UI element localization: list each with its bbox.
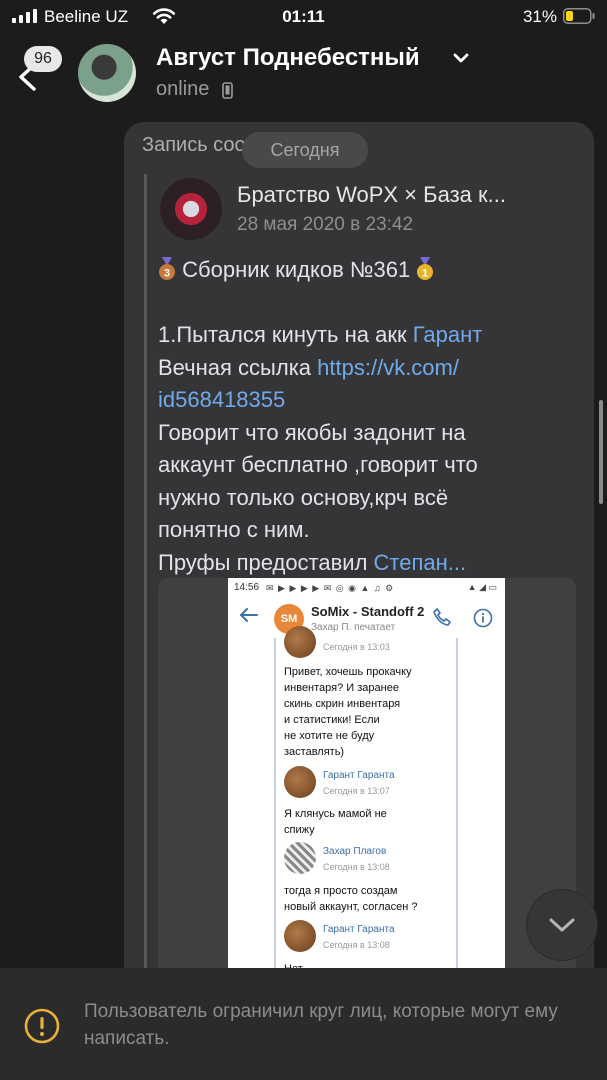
guarantor-link[interactable]: Гарант [413,322,483,347]
screenshot-message-time: Сегодня в 13:08 [323,862,390,872]
status-bar: Beeline UZ 01:11 31% [0,0,607,34]
screenshot-battery-icon: ▲ ◢ ▭ [467,582,497,592]
battery-icon [563,8,595,24]
write-restriction-notice: Пользователь ограничил круг лиц, которые… [0,968,607,1080]
screenshot-status-icons: ✉ ▶ ▶ ▶ ▶ ✉ ◎ ◉ ▲ ♫ ⚙ [266,583,395,593]
post-title: 3 Сборник кидков №361 1 [158,254,578,287]
repost-divider [144,174,147,1022]
screenshot-sender-avatar [284,766,316,798]
warning-icon [24,1008,60,1044]
screenshot-message-text: Я клянусь мамой не спижу [284,808,387,836]
post-text: 3 Сборник кидков №361 1 1.Пытался кинуть… [158,254,578,579]
date-separator: Сегодня [242,132,368,168]
screenshot-call-icon [433,608,451,626]
chevron-down-icon[interactable] [452,52,470,64]
screenshot-sender-name: Гарант Гаранта [323,770,395,781]
notice-text: Пользователь ограничил круг лиц, которые… [84,1001,558,1049]
svg-text:1: 1 [422,268,428,280]
profile-link-id[interactable]: id568418355 [158,387,285,412]
attached-screenshot[interactable]: 14:56 ✉ ▶ ▶ ▶ ▶ ✉ ◎ ◉ ▲ ♫ ⚙ ▲ ◢ ▭ SM SoM… [228,578,505,1022]
clock: 01:11 [282,7,325,26]
group-avatar[interactable] [160,178,222,240]
bronze-medal-icon: 3 [159,257,175,280]
post-line: Вечная ссылка https://vk.com/ [158,354,459,380]
mobile-phone-icon [222,82,233,99]
post-line: id568418355 [158,384,578,417]
svg-text:3: 3 [164,268,170,280]
unread-count-badge[interactable]: 96 [24,46,62,72]
group-name[interactable]: Братство WoPX × База к... [237,182,506,208]
post-line: 1.Пытался кинуть на акк Гарант [158,322,483,347]
screenshot-back-icon [240,608,258,622]
message-bubble[interactable]: Запись сообщества Братство WoPX × База к… [124,122,594,1022]
screenshot-message-time: Сегодня в 13:08 [323,940,390,950]
chevron-down-icon [549,918,575,932]
show-more-link[interactable]: Степан... [374,550,467,575]
post-line: аккаунт бесплатно ,говорит что [158,452,478,477]
screenshot-sender-avatar [284,920,316,952]
screenshot-sender-name: Гарант Гаранта [323,924,395,935]
screenshot-rail [274,638,276,1022]
gold-medal-icon: 1 [417,257,434,280]
contact-name[interactable]: Август Поднебестный [156,44,420,72]
post-date: 28 мая 2020 в 23:42 [237,214,414,235]
screenshot-sender-avatar [284,626,316,658]
screenshot-typing-status: Захар П. печатает [311,622,396,633]
screenshot-sender-name: Захар Плагов [323,846,387,857]
screenshot-message-time: Сегодня в 13:07 [323,786,390,796]
screenshot-chat-title: SoMix - Standoff 2 [311,604,425,619]
post-title-text: Сборник кидков №361 [182,257,411,282]
screenshot-message-time: Сегодня в 13:03 [323,642,390,652]
screenshot-rail [456,638,458,1022]
screenshot-info-icon [473,608,493,628]
contact-status: online [156,78,210,100]
post-line: Говорит что якобы задонит на [158,419,466,445]
post-line: нужно только основу,крч всё [158,484,449,510]
contact-avatar[interactable] [78,44,136,102]
scroll-indicator[interactable] [599,400,603,504]
scroll-down-button[interactable] [527,890,597,960]
battery-percent: 31% [522,7,557,26]
screenshot-message-text: тогда я просто создам новый аккаунт, сог… [284,885,418,913]
screenshot-message-text: Привет, хочешь прокачку инвентаря? И зар… [284,666,412,758]
screenshot-status-time: 14:56 [234,582,260,593]
profile-link[interactable]: https://vk.com/ [317,355,459,380]
post-line: Пруфы предоставил Степан... [158,549,467,575]
chat-header: 96 Август Поднебестный online [0,34,607,114]
screenshot-sender-avatar [284,842,316,874]
post-line: понятно с ним. [158,517,310,542]
